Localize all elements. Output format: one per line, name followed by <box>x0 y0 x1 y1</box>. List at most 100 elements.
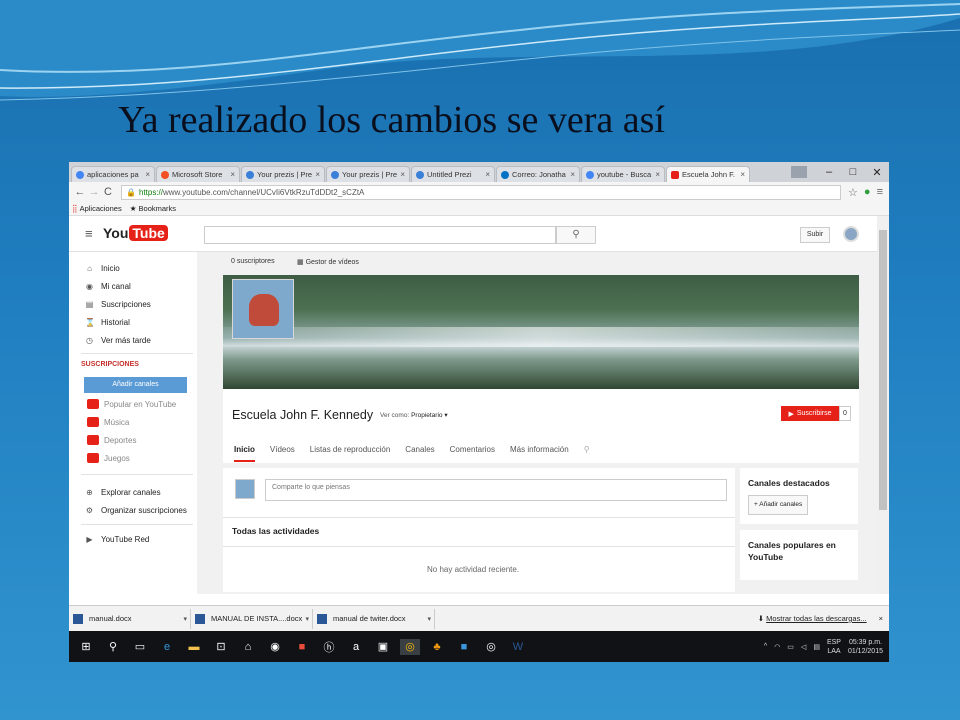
sidebar-item-youtube-red[interactable]: ▶ YouTube Red <box>85 535 149 544</box>
close-tab-icon[interactable]: × <box>655 170 660 179</box>
sidebar-item-historial[interactable]: ⌛ Historial <box>85 318 130 327</box>
close-tab-icon[interactable]: × <box>145 170 150 179</box>
notifications-icon[interactable]: ▤ <box>813 643 820 651</box>
channel-tabs: Inicio Vídeos Listas de reproducción Can… <box>234 445 590 462</box>
media-icon[interactable]: ◎ <box>481 639 501 655</box>
sidebar-item-suscripciones[interactable]: ▤ Suscripciones <box>85 300 151 309</box>
reload-icon[interactable]: C <box>101 186 115 198</box>
youtube-logo[interactable]: You Tube <box>103 225 168 241</box>
app-icon[interactable]: ♣ <box>427 639 447 655</box>
hamburger-menu-icon[interactable]: ≡ <box>85 226 93 241</box>
battery-icon[interactable]: ▭ <box>787 643 794 651</box>
search-icon[interactable]: ⚲ <box>584 445 590 462</box>
subscription-item[interactable]: Juegos <box>87 453 130 463</box>
sidebar-item-explorar[interactable]: ⊕ Explorar canales <box>85 488 160 497</box>
close-downloads-button[interactable]: × <box>879 614 883 623</box>
close-tab-icon[interactable]: × <box>570 170 575 179</box>
browser-tab[interactable]: youtube - Busca × <box>581 166 665 182</box>
tab-canales[interactable]: Canales <box>405 445 434 462</box>
divider <box>81 524 193 525</box>
chevron-up-icon[interactable]: ^ <box>764 643 767 650</box>
add-channels-button[interactable]: Añadir canales <box>84 377 187 393</box>
camera-icon[interactable]: ◉ <box>265 639 285 655</box>
search-input[interactable] <box>204 226 556 244</box>
chevron-down-icon[interactable]: ▾ <box>183 615 190 623</box>
task-view-icon[interactable]: ▭ <box>130 639 150 655</box>
subscription-item[interactable]: Popular en YouTube <box>87 399 176 409</box>
app-icon[interactable]: ■ <box>454 639 474 655</box>
windows-start-icon[interactable]: ⊞ <box>76 639 96 655</box>
tab-inicio[interactable]: Inicio <box>234 445 255 462</box>
video-manager-link[interactable]: ▦ Gestor de vídeos <box>297 258 359 266</box>
close-tab-icon[interactable]: × <box>400 170 405 179</box>
tab-playlists[interactable]: Listas de reproducción <box>310 445 391 462</box>
page-scrollbar[interactable] <box>877 216 889 594</box>
tab-comentarios[interactable]: Comentarios <box>450 445 495 462</box>
close-tab-icon[interactable]: × <box>740 170 745 179</box>
close-tab-icon[interactable]: × <box>485 170 490 179</box>
home-icon[interactable]: ⌂ <box>238 639 258 655</box>
hp-icon[interactable]: ⓗ <box>319 639 339 655</box>
volume-icon[interactable]: ◁ <box>801 643 806 651</box>
download-item[interactable]: manual de twiter.docx ▾ <box>313 608 435 629</box>
bookmark-star-icon[interactable]: ☆ <box>848 186 858 199</box>
sidebar-item-inicio[interactable]: ⌂ Inicio <box>85 264 120 273</box>
youtube-header: ≡ You Tube ⚲ Subir <box>69 216 877 252</box>
edge-icon[interactable]: e <box>157 639 177 655</box>
back-icon[interactable]: ← <box>73 186 87 198</box>
browser-tab[interactable]: aplicaciones pa × <box>71 166 155 182</box>
chevron-down-icon[interactable]: ▾ <box>427 615 434 623</box>
url-field[interactable]: 🔒 https://www.youtube.com/channel/UCvIi6… <box>121 184 841 200</box>
sidebar-item-mi-canal[interactable]: ◉ Mi canal <box>85 282 131 291</box>
view-as[interactable]: Ver como: Propietario ▾ <box>380 411 448 419</box>
sidebar-item-ver-mas-tarde[interactable]: ◷ Ver más tarde <box>85 336 151 345</box>
channel-avatar[interactable] <box>232 279 294 339</box>
amazon-icon[interactable]: a <box>346 639 366 655</box>
tab-mas-informacion[interactable]: Más información <box>510 445 569 462</box>
browser-tab[interactable]: Correo: Jonatha × <box>496 166 580 182</box>
tab-videos[interactable]: Vídeos <box>270 445 295 462</box>
maximize-button[interactable]: □ <box>841 166 865 178</box>
subscribe-button[interactable]: ▶ Suscribirse <box>781 406 839 421</box>
store-icon[interactable]: ⊡ <box>211 639 231 655</box>
browser-tab[interactable]: Untitled Prezi × <box>411 166 495 182</box>
browser-tab-bar: aplicaciones pa × Microsoft Store × Your p… <box>69 162 889 182</box>
upload-button[interactable]: Subir <box>800 227 830 243</box>
close-tab-icon[interactable]: × <box>315 170 320 179</box>
extension-icon[interactable]: ● <box>864 186 871 199</box>
sidebar-item-organizar[interactable]: ⚙ Organizar suscripciones <box>85 506 187 515</box>
title-swoosh-decoration <box>0 0 960 101</box>
search-button[interactable]: ⚲ <box>556 226 596 244</box>
wifi-icon[interactable]: ◠ <box>774 643 780 651</box>
file-explorer-icon[interactable]: ▬ <box>184 639 204 655</box>
browser-tab[interactable]: Your prezis | Pre × <box>326 166 410 182</box>
show-all-downloads-link[interactable]: ⬇ Mostrar todas las descargas... <box>758 614 867 623</box>
chevron-down-icon[interactable]: ▾ <box>305 615 312 623</box>
avatar[interactable] <box>843 226 859 242</box>
word-icon[interactable]: W <box>508 639 528 655</box>
browser-tab-active[interactable]: Escuela John F. K × <box>666 166 750 182</box>
subscription-item[interactable]: Música <box>87 417 129 427</box>
forward-icon[interactable]: → <box>87 186 101 198</box>
chrome-icon[interactable]: ◎ <box>400 638 420 655</box>
paint-icon[interactable]: ■ <box>292 639 312 655</box>
bookmark-apps[interactable]: ⣿ Aplicaciones <box>72 204 122 213</box>
browser-tab[interactable]: Your prezis | Pre × <box>241 166 325 182</box>
post-input[interactable]: Comparte lo que piensas <box>265 479 727 501</box>
download-item[interactable]: MANUAL DE INSTA....docx ▾ <box>191 608 313 629</box>
bookmark-folder[interactable]: ★ Bookmarks <box>130 204 176 213</box>
language-indicator[interactable]: ESP LAA <box>827 638 841 656</box>
close-tab-icon[interactable]: × <box>230 170 235 179</box>
menu-icon[interactable]: ≡ <box>877 186 883 199</box>
minimize-button[interactable]: – <box>817 166 841 178</box>
photos-icon[interactable]: ▣ <box>373 639 393 655</box>
user-profile-icon[interactable] <box>791 166 807 178</box>
scrollbar-thumb[interactable] <box>879 230 887 510</box>
add-featured-channels-button[interactable]: + Añadir canales <box>748 495 809 515</box>
close-window-button[interactable]: ✕ <box>865 166 889 179</box>
subscription-item[interactable]: Deportes <box>87 435 136 445</box>
download-item[interactable]: manual.docx ▾ <box>69 608 191 629</box>
browser-tab[interactable]: Microsoft Store × <box>156 166 240 182</box>
clock[interactable]: 05:39 p.m. 01/12/2015 <box>848 638 883 656</box>
search-icon[interactable]: ⚲ <box>103 639 123 655</box>
